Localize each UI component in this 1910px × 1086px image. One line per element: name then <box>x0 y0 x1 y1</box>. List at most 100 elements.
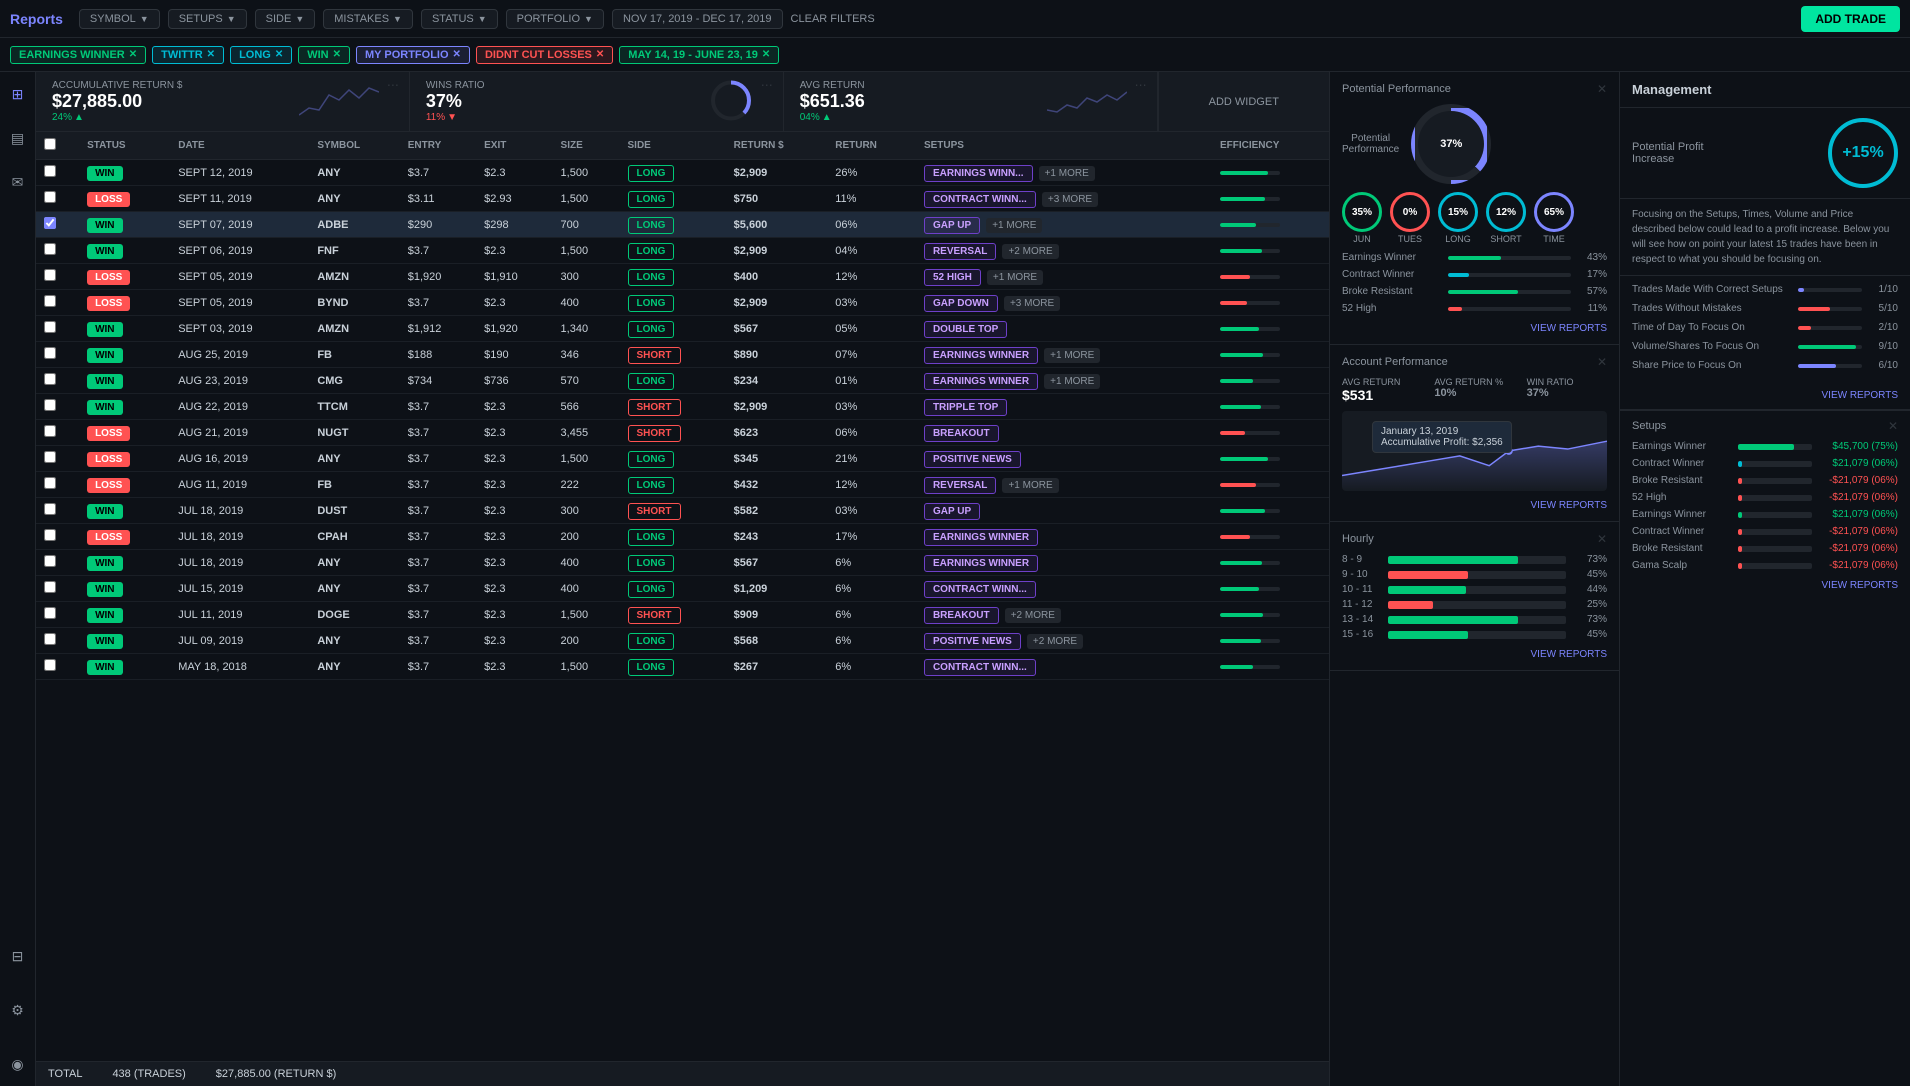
tag-my-portfolio[interactable]: MY PORTFOLIO ✕ <box>356 46 470 64</box>
row-checkbox[interactable] <box>36 212 79 238</box>
table-row[interactable]: LOSS SEPT 11, 2019 ANY $3.11 $2.93 1,500… <box>36 186 1329 212</box>
account-view-reports-link[interactable]: VIEW REPORTS <box>1531 500 1608 511</box>
row-checkbox[interactable] <box>36 316 79 342</box>
row-checkbox[interactable] <box>36 264 79 290</box>
avg-return-dots[interactable]: ⋯ <box>1135 78 1147 92</box>
row-symbol[interactable]: ANY <box>309 576 399 602</box>
table-row[interactable]: LOSS AUG 21, 2019 NUGT $3.7 $2.3 3,455 S… <box>36 420 1329 446</box>
table-row[interactable]: WIN JUL 09, 2019 ANY $3.7 $2.3 200 LONG … <box>36 628 1329 654</box>
perf-view-reports-link[interactable]: VIEW REPORTS <box>1531 323 1608 334</box>
hourly-view-reports[interactable]: VIEW REPORTS <box>1342 646 1607 660</box>
tag-didnt-cut-losses[interactable]: DIDNT CUT LOSSES ✕ <box>476 46 613 64</box>
tag-long[interactable]: LONG ✕ <box>230 46 292 64</box>
table-row[interactable]: WIN JUL 15, 2019 ANY $3.7 $2.3 400 LONG … <box>36 576 1329 602</box>
row-symbol[interactable]: FB <box>309 472 399 498</box>
date-range-filter[interactable]: NOV 17, 2019 - DEC 17, 2019 <box>612 9 783 29</box>
account-view-reports[interactable]: VIEW REPORTS <box>1342 497 1607 511</box>
row-symbol[interactable]: ANY <box>309 654 399 680</box>
row-checkbox[interactable] <box>36 160 79 186</box>
table-row[interactable]: WIN MAY 18, 2018 ANY $3.7 $2.3 1,500 LON… <box>36 654 1329 680</box>
row-symbol[interactable]: CPAH <box>309 524 399 550</box>
col-checkbox[interactable] <box>36 132 79 160</box>
tag-earnings-winner[interactable]: EARNINGS WINNER ✕ <box>10 46 146 64</box>
table-row[interactable]: WIN JUL 11, 2019 DOGE $3.7 $2.3 1,500 SH… <box>36 602 1329 628</box>
row-symbol[interactable]: ANY <box>309 186 399 212</box>
row-checkbox[interactable] <box>36 186 79 212</box>
tag-win[interactable]: WIN ✕ <box>298 46 350 64</box>
row-checkbox[interactable] <box>36 654 79 680</box>
row-checkbox[interactable] <box>36 342 79 368</box>
row-symbol[interactable]: DUST <box>309 498 399 524</box>
mistakes-filter[interactable]: MISTAKES ▼ <box>323 9 413 29</box>
tag-date-range[interactable]: MAY 14, 19 - JUNE 23, 19 ✕ <box>619 46 779 64</box>
row-checkbox[interactable] <box>36 290 79 316</box>
row-checkbox[interactable] <box>36 602 79 628</box>
row-checkbox[interactable] <box>36 368 79 394</box>
mgmt-view-reports[interactable]: VIEW REPORTS <box>1620 387 1910 410</box>
setups-view-reports[interactable]: VIEW REPORTS <box>1632 577 1898 591</box>
trades-table[interactable]: STATUS DATE SYMBOL ENTRY EXIT SIZE SIDE … <box>36 132 1329 1061</box>
table-row[interactable]: WIN AUG 22, 2019 TTCM $3.7 $2.3 566 SHOR… <box>36 394 1329 420</box>
sidebar-chart-icon[interactable]: ▤ <box>6 126 30 150</box>
potential-perf-close[interactable]: ✕ <box>1597 82 1607 96</box>
row-symbol[interactable]: ANY <box>309 160 399 186</box>
table-row[interactable]: WIN SEPT 07, 2019 ADBE $290 $298 700 LON… <box>36 212 1329 238</box>
row-checkbox[interactable] <box>36 394 79 420</box>
table-row[interactable]: WIN SEPT 03, 2019 AMZN $1,912 $1,920 1,3… <box>36 316 1329 342</box>
setups-view-reports-link[interactable]: VIEW REPORTS <box>1822 580 1899 591</box>
row-symbol[interactable]: NUGT <box>309 420 399 446</box>
row-symbol[interactable]: FNF <box>309 238 399 264</box>
sidebar-settings-icon[interactable]: ⚙ <box>6 998 30 1022</box>
perf-view-reports[interactable]: VIEW REPORTS <box>1342 320 1607 334</box>
sidebar-grid-icon[interactable]: ⊟ <box>6 944 30 968</box>
row-symbol[interactable]: FB <box>309 342 399 368</box>
accumulative-dots[interactable]: ⋯ <box>387 78 399 92</box>
table-row[interactable]: WIN JUL 18, 2019 DUST $3.7 $2.3 300 SHOR… <box>36 498 1329 524</box>
row-checkbox[interactable] <box>36 420 79 446</box>
row-symbol[interactable]: TTCM <box>309 394 399 420</box>
account-perf-close[interactable]: ✕ <box>1597 355 1607 369</box>
sidebar-home-icon[interactable]: ⊞ <box>6 82 30 106</box>
row-symbol[interactable]: DOGE <box>309 602 399 628</box>
wins-ratio-dots[interactable]: ⋯ <box>761 78 773 92</box>
table-row[interactable]: LOSS SEPT 05, 2019 AMZN $1,920 $1,910 30… <box>36 264 1329 290</box>
symbol-filter[interactable]: SYMBOL ▼ <box>79 9 160 29</box>
tag-twittr[interactable]: TWITTR ✕ <box>152 46 224 64</box>
setups-close[interactable]: ✕ <box>1888 419 1898 433</box>
row-symbol[interactable]: ANY <box>309 446 399 472</box>
table-row[interactable]: LOSS SEPT 05, 2019 BYND $3.7 $2.3 400 LO… <box>36 290 1329 316</box>
hourly-close[interactable]: ✕ <box>1597 532 1607 546</box>
table-row[interactable]: WIN SEPT 06, 2019 FNF $3.7 $2.3 1,500 LO… <box>36 238 1329 264</box>
portfolio-filter[interactable]: PORTFOLIO ▼ <box>506 9 604 29</box>
row-symbol[interactable]: BYND <box>309 290 399 316</box>
hourly-view-reports-link[interactable]: VIEW REPORTS <box>1531 649 1608 660</box>
row-checkbox[interactable] <box>36 628 79 654</box>
table-row[interactable]: WIN JUL 18, 2019 ANY $3.7 $2.3 400 LONG … <box>36 550 1329 576</box>
row-symbol[interactable]: CMG <box>309 368 399 394</box>
row-symbol[interactable]: AMZN <box>309 264 399 290</box>
status-filter[interactable]: STATUS ▼ <box>421 9 498 29</box>
table-row[interactable]: WIN SEPT 12, 2019 ANY $3.7 $2.3 1,500 LO… <box>36 160 1329 186</box>
row-checkbox[interactable] <box>36 576 79 602</box>
row-checkbox[interactable] <box>36 446 79 472</box>
row-checkbox[interactable] <box>36 238 79 264</box>
add-widget-block[interactable]: ADD WIDGET <box>1158 72 1329 131</box>
table-row[interactable]: WIN AUG 25, 2019 FB $188 $190 346 SHORT … <box>36 342 1329 368</box>
add-trade-button[interactable]: ADD TRADE <box>1801 6 1900 32</box>
clear-filters-button[interactable]: CLEAR FILTERS <box>791 13 875 25</box>
sidebar-user-icon[interactable]: ◉ <box>6 1052 30 1076</box>
row-checkbox[interactable] <box>36 524 79 550</box>
row-symbol[interactable]: AMZN <box>309 316 399 342</box>
table-row[interactable]: WIN AUG 23, 2019 CMG $734 $736 570 LONG … <box>36 368 1329 394</box>
row-checkbox[interactable] <box>36 550 79 576</box>
row-symbol[interactable]: ADBE <box>309 212 399 238</box>
row-symbol[interactable]: ANY <box>309 628 399 654</box>
setups-filter[interactable]: SETUPS ▼ <box>168 9 247 29</box>
side-filter[interactable]: SIDE ▼ <box>255 9 316 29</box>
row-checkbox[interactable] <box>36 472 79 498</box>
row-symbol[interactable]: ANY <box>309 550 399 576</box>
sidebar-message-icon[interactable]: ✉ <box>6 170 30 194</box>
table-row[interactable]: LOSS AUG 11, 2019 FB $3.7 $2.3 222 LONG … <box>36 472 1329 498</box>
mgmt-view-reports-link[interactable]: VIEW REPORTS <box>1822 390 1899 401</box>
table-row[interactable]: LOSS AUG 16, 2019 ANY $3.7 $2.3 1,500 LO… <box>36 446 1329 472</box>
